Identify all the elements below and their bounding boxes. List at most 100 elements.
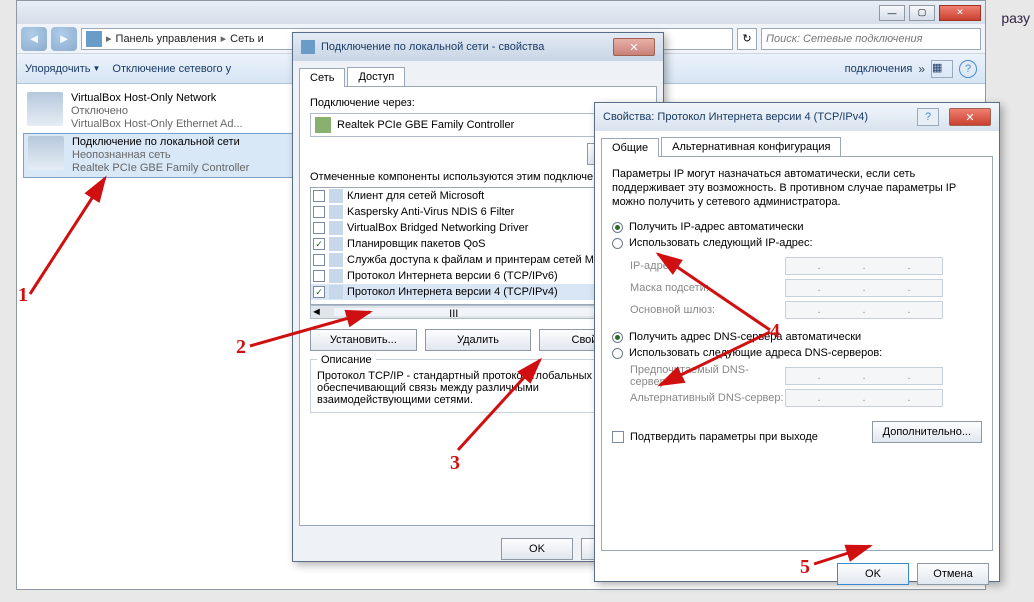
component-icon: [329, 237, 343, 251]
connection-adapter: VirtualBox Host-Only Ethernet Ad...: [71, 118, 243, 131]
network-icon: [86, 31, 102, 47]
tabbar: Общие Альтернативная конфигурация: [601, 137, 993, 156]
checkbox[interactable]: [313, 222, 325, 234]
connection-status: Неопознанная сеть: [72, 149, 249, 162]
component-label: Клиент для сетей Microsoft: [347, 190, 484, 202]
chevron-icon: ▸: [221, 32, 227, 45]
radio-icon: [612, 332, 623, 343]
remove-button[interactable]: Удалить: [425, 329, 532, 351]
cancel-button[interactable]: Отмена: [917, 563, 989, 585]
install-button[interactable]: Установить...: [310, 329, 417, 351]
dns-fields: Предпочитаемый DNS-сервер:... Альтернати…: [630, 365, 982, 409]
component-icon: [329, 221, 343, 235]
component-icon: [329, 205, 343, 219]
close-button[interactable]: ✕: [949, 108, 991, 126]
tab-general[interactable]: Общие: [601, 138, 659, 157]
explorer-titlebar: — ▢ ✕: [17, 1, 985, 24]
search-placeholder: Поиск: Сетевые подключения: [766, 33, 923, 45]
network-adapter-icon: [27, 92, 63, 126]
description-text: Протокол TCP/IP - стандартный протокол г…: [317, 370, 639, 406]
chevron-icon: ▸: [106, 32, 112, 45]
ok-button[interactable]: OK: [837, 563, 909, 585]
expand-chevron-icon[interactable]: »: [918, 62, 925, 76]
ok-button[interactable]: OK: [501, 538, 573, 560]
dns1-input: ...: [785, 367, 943, 385]
checkbox[interactable]: [313, 270, 325, 282]
ip-fields: IP-адрес:... Маска подсети:... Основной …: [630, 255, 982, 321]
checkbox[interactable]: ✓: [313, 238, 325, 250]
ip-input: ...: [785, 257, 943, 275]
tab-body: Параметры IP могут назначаться автоматич…: [601, 156, 993, 551]
adapter-name: Realtek PCIe GBE Family Controller: [337, 119, 514, 131]
checkbox[interactable]: [612, 431, 624, 443]
view-icon[interactable]: ▦: [931, 60, 953, 78]
network-adapter-icon: [28, 136, 64, 170]
connection-status: Отключено: [71, 105, 243, 118]
advanced-button[interactable]: Дополнительно...: [872, 421, 982, 443]
close-button[interactable]: ✕: [613, 38, 655, 56]
annotation-number: 4: [770, 320, 780, 343]
disable-button[interactable]: Отключение сетевого у: [112, 63, 231, 75]
annotation-number: 2: [236, 336, 246, 359]
tab-alternative[interactable]: Альтернативная конфигурация: [661, 137, 841, 156]
radio-icon: [612, 222, 623, 233]
close-button[interactable]: ✕: [939, 5, 981, 21]
breadcrumb-sub[interactable]: Сеть и: [230, 33, 264, 45]
component-label: Протокол Интернета версии 4 (TCP/IPv4): [347, 286, 558, 298]
back-button[interactable]: ◄: [21, 27, 47, 51]
checkbox[interactable]: [313, 206, 325, 218]
radio-icon: [612, 238, 623, 249]
maximize-button[interactable]: ▢: [909, 5, 935, 21]
radio-auto-ip[interactable]: Получить IP-адрес автоматически: [612, 219, 982, 235]
dns2-input: ...: [785, 389, 943, 407]
gateway-input: ...: [785, 301, 943, 319]
connection-name: VirtualBox Host-Only Network: [71, 92, 243, 105]
connection-adapter: Realtek PCIe GBE Family Controller: [72, 162, 249, 175]
validate-checkbox-row[interactable]: Подтвердить параметры при выходе: [612, 431, 818, 443]
radio-icon: [612, 348, 623, 359]
minimize-button[interactable]: —: [879, 5, 905, 21]
description-title: Описание: [317, 354, 376, 366]
tab-access[interactable]: Доступ: [347, 67, 405, 86]
breadcrumb-root[interactable]: Панель управления: [116, 33, 217, 45]
dialog-title: Подключение по локальной сети - свойства: [321, 41, 544, 53]
annotation-number: 5: [800, 556, 810, 579]
component-icon: [329, 269, 343, 283]
tab-network[interactable]: Сеть: [299, 68, 345, 87]
radio-manual-dns[interactable]: Использовать следующие адреса DNS-сервер…: [612, 345, 982, 361]
annotation-number: 1: [18, 284, 28, 307]
adapter-icon: [315, 117, 331, 133]
component-label: Протокол Интернета версии 6 (TCP/IPv6): [347, 270, 558, 282]
component-icon: [329, 253, 343, 267]
dns2-label: Альтернативный DNS-сервер:: [630, 392, 785, 404]
mask-input: ...: [785, 279, 943, 297]
network-icon: [301, 40, 315, 54]
breadcrumb-more: подключения: [845, 63, 913, 75]
tabbar: Сеть Доступ: [299, 67, 657, 86]
checkbox[interactable]: [313, 190, 325, 202]
help-button[interactable]: ?: [917, 108, 939, 126]
refresh-button[interactable]: ↻: [737, 28, 757, 50]
radio-auto-dns[interactable]: Получить адрес DNS-сервера автоматически: [612, 329, 982, 345]
dialog-titlebar: Свойства: Протокол Интернета версии 4 (T…: [595, 103, 999, 131]
mask-label: Маска подсети:: [630, 282, 785, 294]
background-text: разу: [1001, 10, 1030, 26]
component-label: VirtualBox Bridged Networking Driver: [347, 222, 528, 234]
dialog-titlebar: Подключение по локальной сети - свойства…: [293, 33, 663, 61]
gateway-label: Основной шлюз:: [630, 304, 785, 316]
checkbox[interactable]: [313, 254, 325, 266]
dns1-label: Предпочитаемый DNS-сервер:: [630, 364, 785, 388]
organize-menu[interactable]: Упорядочить▼: [25, 63, 100, 75]
annotation-number: 3: [450, 452, 460, 475]
help-icon[interactable]: ?: [959, 60, 977, 78]
checkbox[interactable]: ✓: [313, 286, 325, 298]
component-label: Планировщик пакетов QoS: [347, 238, 486, 250]
component-icon: [329, 285, 343, 299]
search-input[interactable]: Поиск: Сетевые подключения: [761, 28, 981, 50]
component-icon: [329, 189, 343, 203]
forward-button[interactable]: ►: [51, 27, 77, 51]
component-label: Kaspersky Anti-Virus NDIS 6 Filter: [347, 206, 514, 218]
radio-manual-ip[interactable]: Использовать следующий IP-адрес:: [612, 235, 982, 251]
instructions-text: Параметры IP могут назначаться автоматич…: [612, 167, 982, 209]
ip-label: IP-адрес:: [630, 260, 785, 272]
